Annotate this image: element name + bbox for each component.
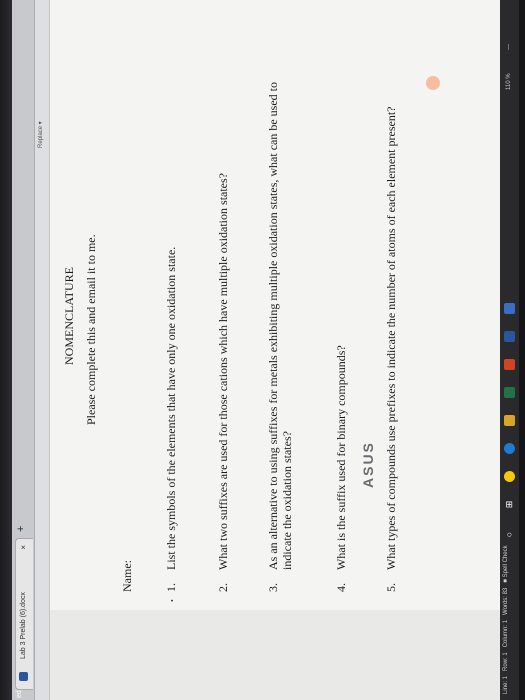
question-number: 3. (266, 583, 280, 592)
question-number: 5. (384, 583, 398, 592)
question-number: 1. (164, 583, 178, 592)
zoom-level: 110 % (506, 73, 512, 90)
name-label: Name: (120, 560, 134, 592)
excel-icon[interactable] (504, 387, 515, 398)
question-text: List the symbols of the elements that ha… (164, 246, 178, 570)
question-4: 4. What is the suffix used for binary co… (334, 50, 348, 592)
word-doc-icon (19, 672, 28, 681)
file-explorer-icon[interactable] (504, 415, 515, 426)
question-5: 5. What types of compounds use prefixes … (384, 50, 398, 592)
tab-title: Lab 3 Prelab (6).docx (20, 592, 27, 659)
question-2: 2. What two suffixes are used for those … (216, 50, 230, 592)
taskbar: Line: 1 Row: 1 Column: 1 Words: 83 ■ Spe… (500, 0, 519, 700)
store-icon[interactable] (504, 303, 515, 314)
notification-dot (426, 76, 440, 90)
word-icon[interactable] (504, 331, 515, 342)
asus-logo: ASUS (360, 441, 376, 488)
question-1: 1. List the symbols of the elements that… (164, 50, 178, 592)
bullet-mark: • (168, 599, 177, 602)
question-text: What types of compounds use prefixes to … (384, 106, 398, 570)
corner-label: ed (16, 690, 23, 698)
powerpoint-icon[interactable] (504, 359, 515, 370)
window-titlebar: ed Lab 3 Prelab (6).docx × + (12, 0, 35, 700)
document-subtitle: Please complete this and email it to me. (84, 234, 98, 425)
edge-icon[interactable] (504, 443, 515, 454)
question-text: As an alternative to using suffixes for … (266, 81, 294, 570)
question-number: 4. (334, 583, 348, 592)
question-number: 2. (216, 583, 230, 592)
task-view-icon[interactable]: ⊞ (504, 499, 515, 510)
document-title: NOMENCLATURE (62, 267, 76, 365)
chrome-icon[interactable] (504, 471, 515, 482)
new-tab-button[interactable]: + (15, 526, 27, 532)
zoom-minus-icon[interactable]: — (506, 44, 512, 50)
document-tab[interactable]: Lab 3 Prelab (6).docx × (15, 538, 33, 690)
search-icon[interactable]: ○ (504, 529, 515, 540)
ribbon-toolbar: Replace ▾ (35, 0, 50, 700)
question-3: 3. As an alternative to using suffixes f… (266, 50, 294, 592)
rotated-screen: ed Lab 3 Prelab (6).docx × + Replace ▾ N… (12, 0, 519, 700)
taskbar-icons: ○ ⊞ 110 % — (500, 10, 519, 690)
photo-edge-right (519, 0, 525, 700)
photo-edge-left (0, 0, 12, 700)
replace-button[interactable]: Replace ▾ (37, 121, 44, 148)
question-text: What two suffixes are used for those cat… (216, 172, 230, 570)
question-text: What is the suffix used for binary compo… (334, 345, 348, 570)
document-page[interactable]: NOMENCLATURE Please complete this and em… (50, 0, 500, 610)
close-tab-icon[interactable]: × (19, 545, 28, 550)
